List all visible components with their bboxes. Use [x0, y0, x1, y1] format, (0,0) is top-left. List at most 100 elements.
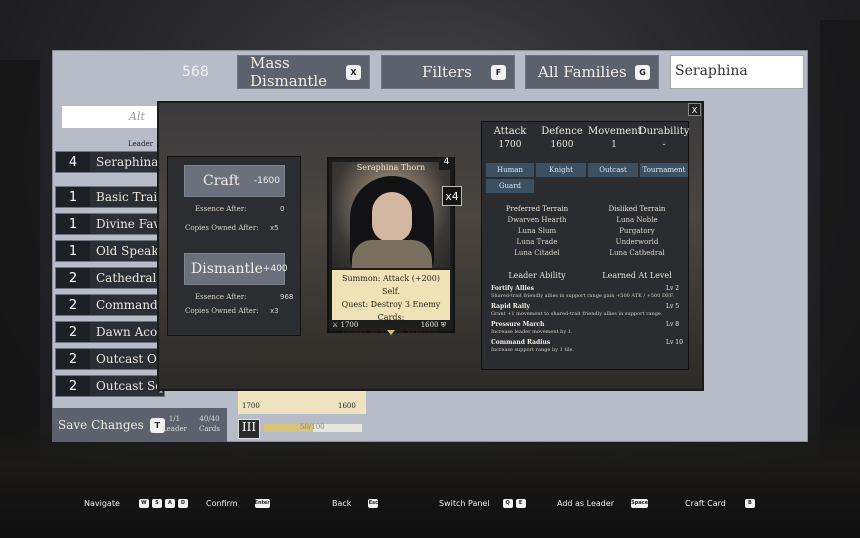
- leader-count: 1/1 Leader: [162, 414, 187, 434]
- cards-count: 40/40 Cards: [199, 414, 220, 434]
- card-name: Outcast Oat: [96, 352, 164, 366]
- ability-desc: Grant +1 movement to shared-trait friend…: [491, 311, 663, 317]
- essence-value: 0: [280, 205, 285, 213]
- list-item[interactable]: 2 Dawn Acoly: [55, 321, 165, 343]
- portrait-face: [372, 192, 412, 242]
- hint-craft-card: Craft Card B: [685, 499, 755, 508]
- ability-level: Lv 5: [666, 303, 680, 310]
- craft-button[interactable]: Craft -1600: [184, 165, 285, 197]
- defence-value: 1600: [550, 140, 574, 150]
- hint-confirm: Confirm Enter: [206, 499, 270, 508]
- preferred-terrain-item: Luna Citadel: [514, 249, 560, 257]
- key-hint: Space: [631, 499, 648, 508]
- card-portrait: Seraphina Thorn: [332, 162, 450, 268]
- card-qty: 2: [56, 295, 90, 315]
- craft-panel: Craft -1600 Essence After: 0 Copies Owne…: [167, 156, 301, 336]
- dismantle-button[interactable]: Dismantle +400: [184, 253, 288, 285]
- preferred-terrain-item: Luna Trade: [516, 238, 558, 246]
- card-cost: 4: [439, 157, 454, 170]
- list-item[interactable]: 1 Basic Traini: [55, 186, 165, 208]
- preferred-terrain-item: Dwarven Hearth: [507, 216, 567, 224]
- key-hint: F: [491, 65, 506, 80]
- search-input[interactable]: Seraphina: [670, 55, 804, 89]
- essence-value: 968: [280, 293, 294, 301]
- card-name: Commander': [96, 298, 164, 312]
- dismantle-copies-after: Copies Owned After: x3: [185, 307, 279, 315]
- list-item[interactable]: 2 Cathedral B: [55, 267, 165, 289]
- card-qty: 1: [56, 187, 90, 207]
- list-item[interactable]: 2 Outcast Squ: [55, 375, 165, 397]
- hint-label: Add as Leader: [557, 499, 615, 508]
- card-name: Divine Favo: [96, 217, 164, 231]
- card-name: Old Speak V: [96, 244, 164, 258]
- list-item[interactable]: 1 Divine Favo: [55, 213, 165, 235]
- durability-header: Durability: [638, 126, 690, 137]
- level-badge: III: [238, 419, 260, 439]
- card-preview: Seraphina Thorn Summon: Attack (+200) Se…: [327, 157, 455, 335]
- filters-button[interactable]: Filters F: [381, 55, 515, 89]
- leader-caption: Leader: [128, 140, 153, 148]
- hint-switch-panel: Switch Panel Q E: [439, 499, 526, 508]
- all-families-button[interactable]: All Families G: [525, 55, 659, 89]
- dismantle-gain: +400: [262, 264, 288, 274]
- ability-desc: Increase support range by 1 tile.: [491, 347, 575, 353]
- list-item[interactable]: 2 Outcast Oat: [55, 348, 165, 370]
- hint-label: Craft Card: [685, 499, 726, 508]
- copies-value: x3: [270, 307, 279, 315]
- preferred-terrain-header: Preferred Terrain: [505, 205, 569, 213]
- learned-level-header: Learned At Level: [602, 271, 672, 280]
- card-stats-panel: Attack Defence Movement Durability 1700 …: [481, 121, 689, 370]
- dismantle-essence-after: Essence After: 968: [195, 293, 293, 301]
- close-button[interactable]: X: [688, 103, 701, 116]
- leader-ability-header: Leader Ability: [508, 271, 566, 280]
- card-text-line: Summon: Attack (+200) Self.: [342, 274, 440, 296]
- card-multiplier: x4: [442, 186, 462, 206]
- portrait-armor: [352, 240, 432, 268]
- card-name: Seraphina T: [96, 155, 164, 169]
- mass-dismantle-button[interactable]: Mass Dismantle X: [237, 54, 370, 90]
- list-item[interactable]: 2 Commander': [55, 294, 165, 316]
- card-qty: 2: [56, 322, 90, 342]
- key-hint: Enter: [254, 499, 270, 508]
- chevron-down-icon: [387, 330, 395, 335]
- cards-count-value: 40/40: [199, 415, 220, 423]
- leader-row[interactable]: 4 Seraphina T: [55, 151, 165, 173]
- preferred-terrain-item: Luna Slum: [517, 227, 557, 235]
- ability-name: Fortify Allies: [491, 285, 534, 292]
- card-defence-wrap: 1600 ⛨: [421, 321, 446, 330]
- craft-cost: -1600: [253, 176, 280, 186]
- movement-header: Movement: [588, 126, 642, 137]
- ability-desc: Shared-trait friendly allies in support …: [491, 293, 674, 299]
- durability-value: -: [662, 140, 666, 150]
- card-count: 568: [182, 64, 209, 80]
- shield-icon: ⛨: [440, 321, 446, 329]
- card-defence: 1600: [420, 321, 439, 329]
- card-name: Dawn Acoly: [96, 325, 164, 339]
- ability-level: Lv 8: [666, 321, 680, 328]
- all-families-label: All Families: [538, 63, 627, 81]
- card-qty: 2: [56, 376, 90, 396]
- card-attack: 1700: [242, 402, 260, 410]
- attack-header: Attack: [493, 126, 527, 137]
- trait-tag: Tournament: [640, 163, 688, 177]
- filters-label: Filters: [422, 63, 472, 81]
- hint-add-as-leader: Add as Leader Space: [557, 499, 648, 508]
- sword-icon: ⚔: [332, 321, 339, 329]
- ability-level: Lv 2: [666, 285, 680, 292]
- list-item[interactable]: 1 Old Speak V: [55, 240, 165, 262]
- card-qty: 2: [56, 349, 90, 369]
- ability-name: Pressure March: [491, 321, 545, 328]
- essence-label: Essence After:: [195, 205, 247, 213]
- key-hint: D: [177, 499, 188, 508]
- disliked-terrain-item: Luna Cathedral: [609, 249, 665, 257]
- movement-value: 1: [611, 140, 617, 150]
- key-hint: S: [151, 499, 162, 508]
- leader-count-value: 1/1: [168, 415, 181, 423]
- trait-tag: Knight: [536, 163, 586, 177]
- craft-label: Craft: [203, 173, 240, 189]
- hint-label: Switch Panel: [439, 499, 490, 508]
- trait-tag: Guard: [486, 179, 534, 193]
- hint-back: Back Esc: [332, 499, 379, 508]
- background-card-preview: 1700 1600: [238, 390, 366, 414]
- mass-dismantle-label: Mass Dismantle: [250, 54, 328, 90]
